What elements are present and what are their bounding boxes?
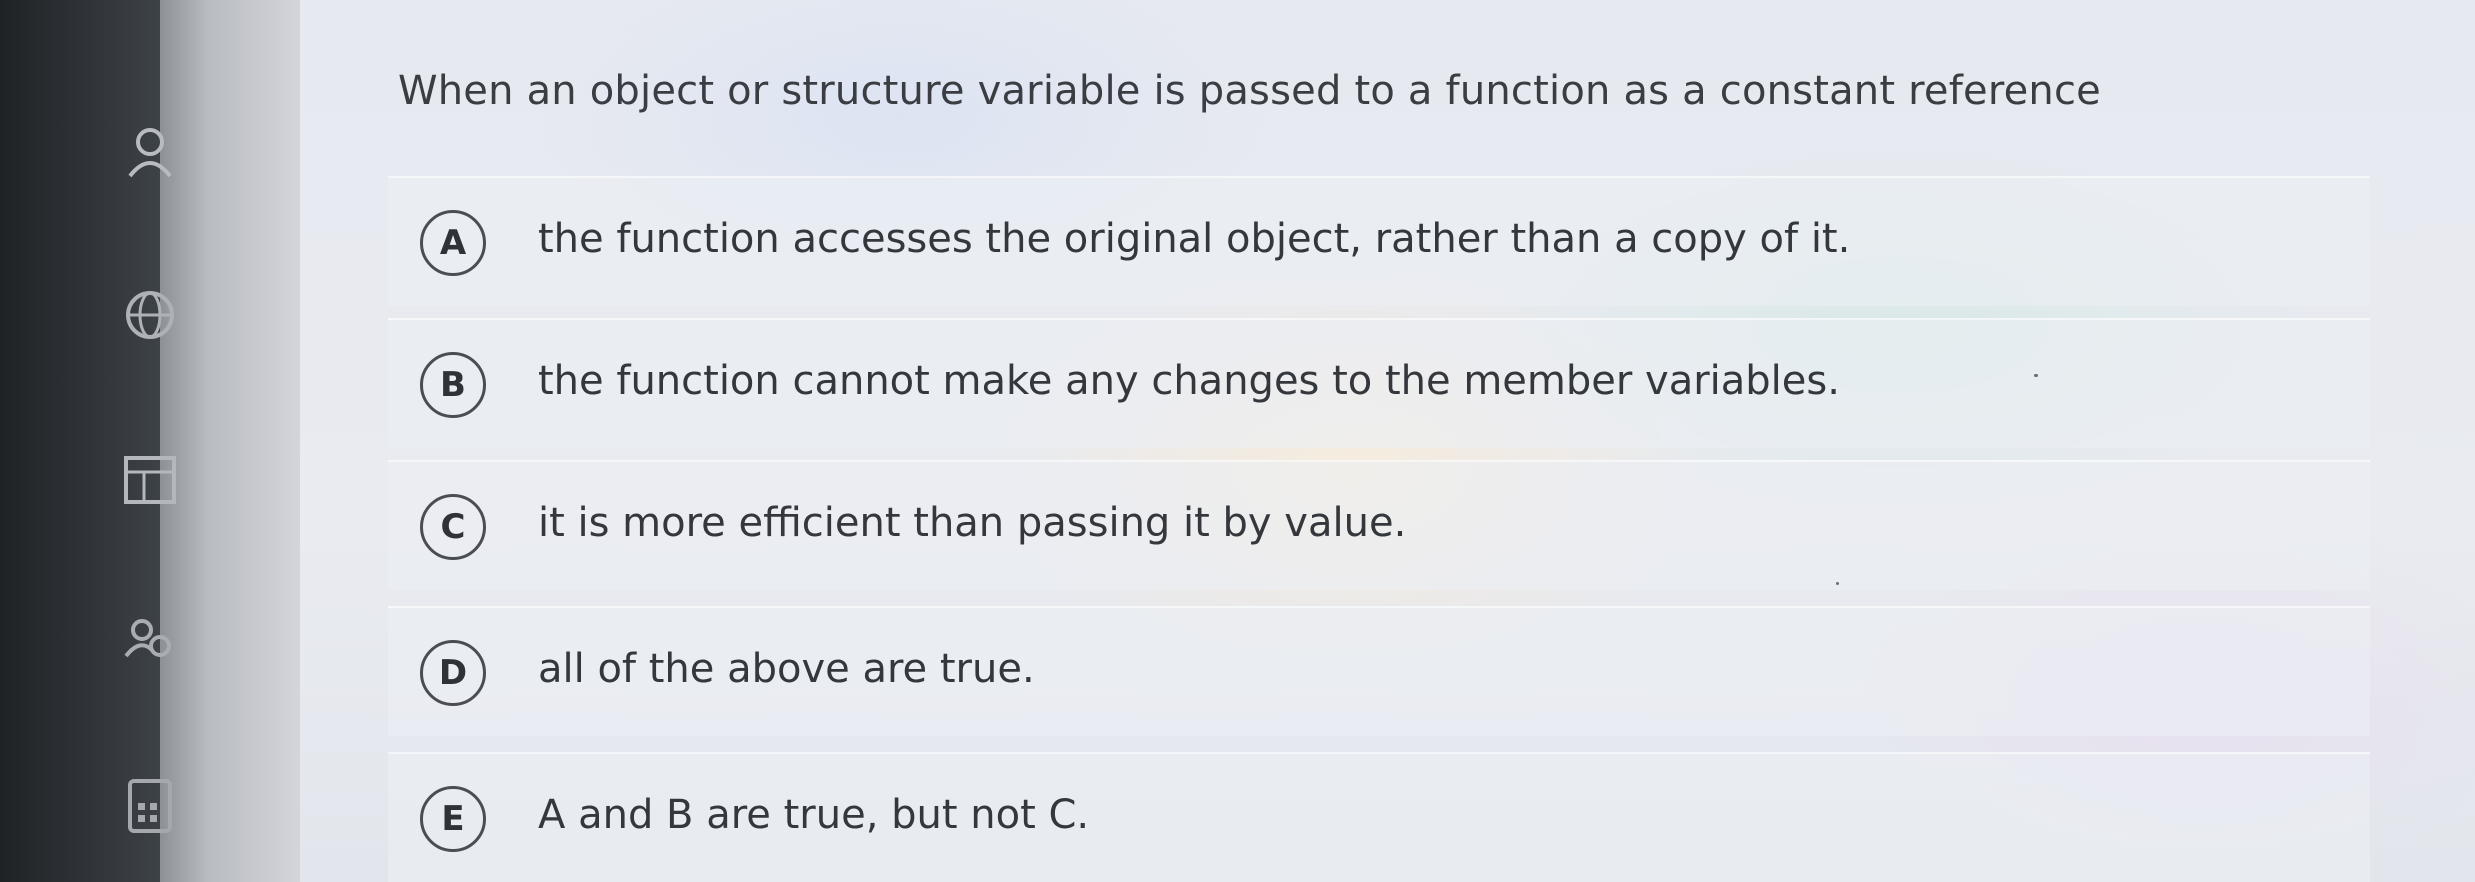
option-text: the function accesses the original objec… <box>538 216 1851 262</box>
option-text: all of the above are true. <box>538 646 1035 692</box>
table-icon[interactable] <box>120 450 180 510</box>
option-letter: D <box>420 640 486 706</box>
option-a[interactable]: A the function accesses the original obj… <box>388 176 2370 306</box>
calculator-icon[interactable] <box>120 775 180 835</box>
people-icon[interactable] <box>120 610 180 670</box>
question-text: When an object or structure variable is … <box>398 68 2101 114</box>
option-text: it is more efficient than passing it by … <box>538 500 1407 546</box>
option-letter: B <box>420 352 486 418</box>
option-text: A and B are true, but not C. <box>538 792 1090 838</box>
option-letter: A <box>420 210 486 276</box>
user-icon[interactable] <box>120 120 180 180</box>
dust-speck <box>1836 582 1839 585</box>
option-text: the function cannot make any changes to … <box>538 358 1840 404</box>
globe-icon[interactable] <box>120 285 180 345</box>
option-letter: E <box>420 786 486 852</box>
option-e[interactable]: E A and B are true, but not C. <box>388 752 2370 882</box>
option-d[interactable]: D all of the above are true. <box>388 606 2370 736</box>
sidebar-edge <box>160 0 300 882</box>
option-b[interactable]: B the function cannot make any changes t… <box>388 318 2370 448</box>
option-letter: C <box>420 494 486 560</box>
dust-speck <box>2034 374 2038 377</box>
option-c[interactable]: C it is more efficient than passing it b… <box>388 460 2370 590</box>
